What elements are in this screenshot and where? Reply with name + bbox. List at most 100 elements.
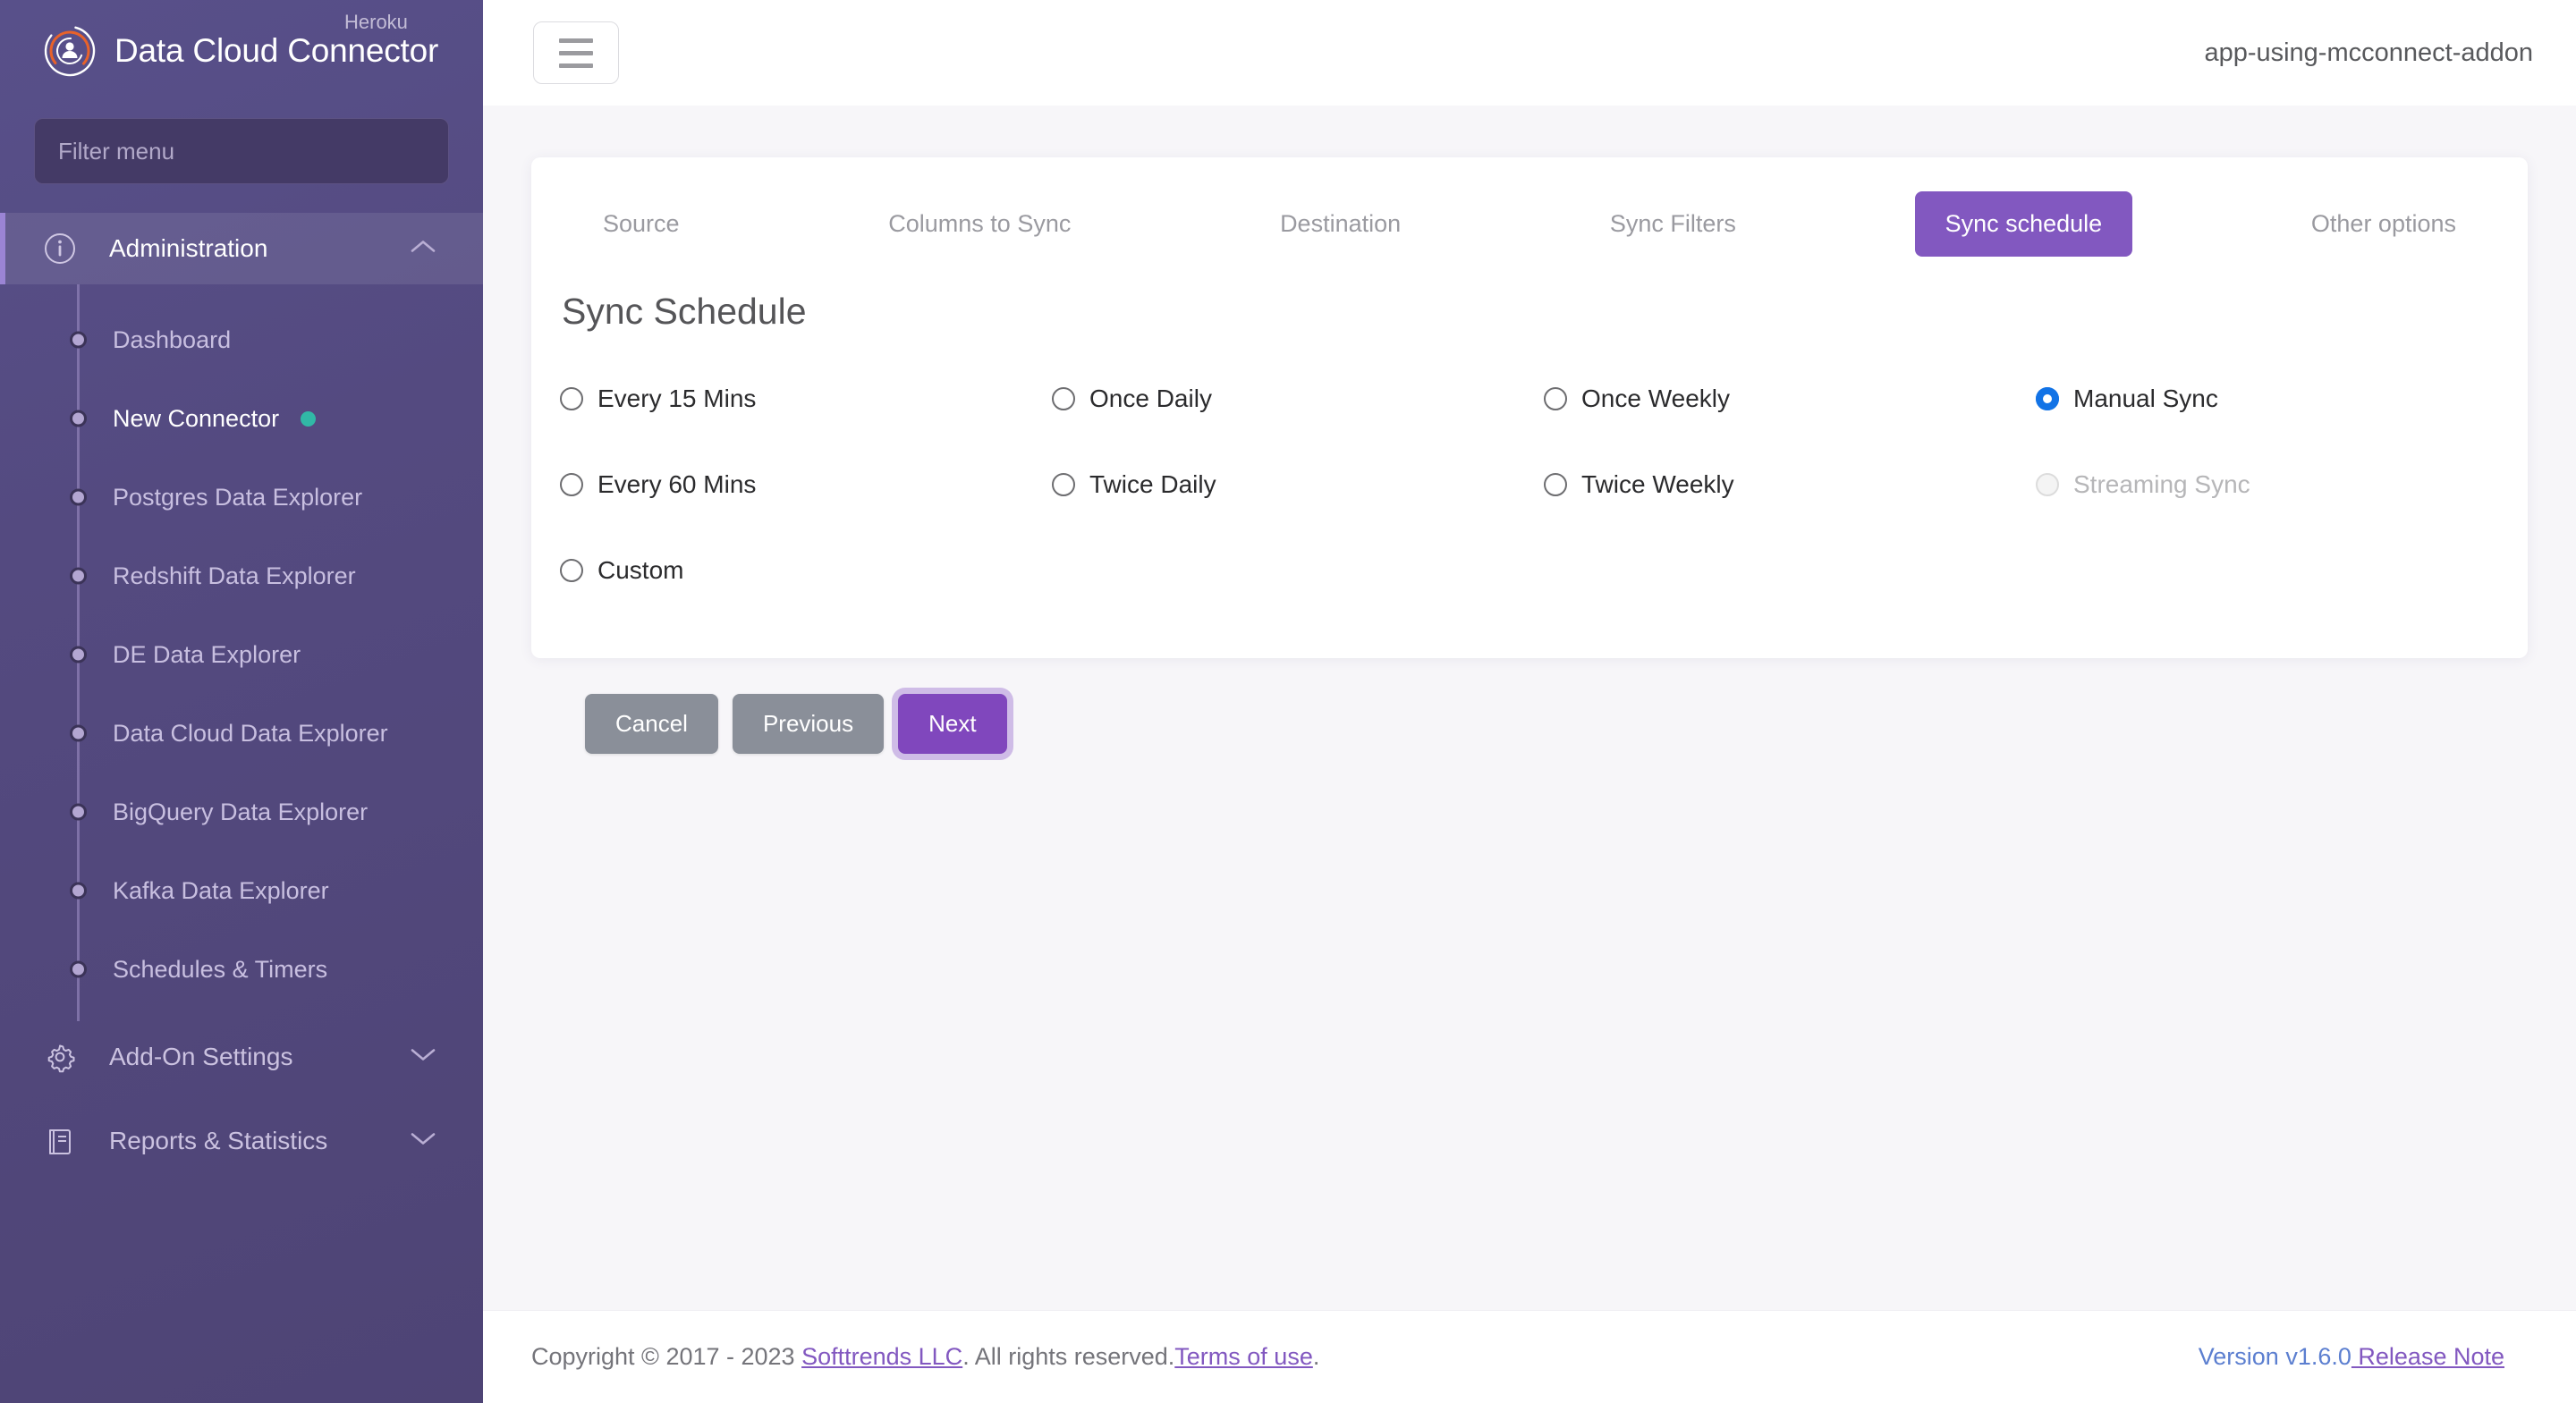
sidebar-item-new-connector[interactable]: New Connector: [0, 379, 483, 458]
radio-label: Streaming Sync: [2073, 470, 2250, 498]
schedule-options-group: Every 15 Mins Once Daily Once Weekly Man…: [531, 345, 2528, 613]
radio-button[interactable]: [1052, 473, 1075, 496]
radio-button[interactable]: [560, 559, 583, 582]
info-circle-icon: [40, 229, 80, 268]
tab-sync-filters[interactable]: Sync Filters: [1580, 191, 1767, 257]
footer-version: Version v1.6.0 Release Note: [2199, 1343, 2504, 1371]
radio-button-selected[interactable]: [2036, 387, 2059, 410]
sidebar-item-data-cloud-data-explorer[interactable]: Data Cloud Data Explorer: [0, 694, 483, 773]
sidebar-item-schedules-and-timers[interactable]: Schedules & Timers: [0, 930, 483, 1009]
previous-button[interactable]: Previous: [732, 694, 885, 754]
radio-label: Every 60 Mins: [597, 470, 757, 498]
radio-option-custom[interactable]: Custom: [560, 528, 1052, 613]
radio-button[interactable]: [560, 387, 583, 410]
sidebar-item-dashboard[interactable]: Dashboard: [0, 300, 483, 379]
sidebar-item-label: Schedules & Timers: [113, 955, 328, 983]
radio-option-every-15-mins[interactable]: Every 15 Mins: [560, 356, 1052, 442]
radio-label: Once Daily: [1089, 385, 1212, 412]
bullet-icon: [70, 331, 87, 349]
sidebar-item-label: New Connector: [113, 404, 280, 432]
filter-menu-input[interactable]: [34, 118, 449, 184]
sidebar-item-label: Redshift Data Explorer: [113, 562, 356, 589]
chevron-down-icon[interactable]: [410, 1131, 436, 1152]
hamburger-bar: [559, 38, 593, 43]
cancel-button[interactable]: Cancel: [585, 694, 718, 754]
radio-label: Twice Daily: [1089, 470, 1216, 498]
bullet-icon: [70, 488, 87, 506]
main-area: app-using-mcconnect-addon Source Columns…: [483, 0, 2576, 1403]
status-dot-icon: [301, 410, 317, 427]
radio-label: Twice Weekly: [1581, 470, 1734, 498]
release-note-link[interactable]: Release Note: [2351, 1343, 2504, 1370]
app-name-label: app-using-mcconnect-addon: [2204, 38, 2533, 67]
chevron-up-icon[interactable]: [410, 239, 436, 259]
copyright-text-mid: . All rights reserved.: [962, 1343, 1175, 1370]
hamburger-bar: [559, 63, 593, 68]
content-region: Source Columns to Sync Destination Sync …: [483, 106, 2576, 1310]
tab-other-options[interactable]: Other options: [2281, 191, 2487, 257]
filter-menu-container: [0, 102, 483, 202]
copyright-text-end: .: [1312, 1343, 1320, 1370]
hamburger-icon[interactable]: [533, 21, 619, 84]
radio-option-every-60-mins[interactable]: Every 60 Mins: [560, 442, 1052, 528]
user-circle-logo-icon: [43, 24, 97, 78]
radio-label: Manual Sync: [2073, 385, 2218, 412]
sidebar-item-label: Kafka Data Explorer: [113, 876, 329, 904]
sidebar-group-label: Add-On Settings: [109, 1043, 293, 1070]
radio-option-once-daily[interactable]: Once Daily: [1052, 356, 1544, 442]
softtrends-link[interactable]: Softtrends LLC: [801, 1343, 962, 1370]
sidebar-item-label: DE Data Explorer: [113, 640, 301, 668]
terms-of-use-link[interactable]: Terms of use: [1174, 1343, 1313, 1370]
bullet-icon: [70, 960, 87, 978]
sidebar-item-de-data-explorer[interactable]: DE Data Explorer: [0, 615, 483, 694]
bullet-icon: [70, 803, 87, 821]
radio-button[interactable]: [560, 473, 583, 496]
tab-columns-to-sync[interactable]: Columns to Sync: [858, 191, 1101, 257]
sidebar-item-bigquery-data-explorer[interactable]: BigQuery Data Explorer: [0, 773, 483, 851]
brand-superscript: Heroku: [344, 11, 408, 33]
sidebar-item-kafka-data-explorer[interactable]: Kafka Data Explorer: [0, 851, 483, 930]
wizard-card: Source Columns to Sync Destination Sync …: [531, 157, 2528, 658]
radio-option-twice-daily[interactable]: Twice Daily: [1052, 442, 1544, 528]
sidebar-group-label: Reports & Statistics: [109, 1127, 328, 1154]
radio-button[interactable]: [1052, 387, 1075, 410]
book-icon: [40, 1121, 80, 1161]
radio-button[interactable]: [1544, 387, 1567, 410]
radio-label: Every 15 Mins: [597, 385, 757, 412]
copyright-text-pre: Copyright © 2017 - 2023: [531, 1343, 802, 1370]
bullet-icon: [70, 724, 87, 742]
radio-label: Once Weekly: [1581, 385, 1730, 412]
bullet-icon: [70, 646, 87, 663]
sidebar-group-addon-settings[interactable]: Add-On Settings: [0, 1021, 483, 1093]
next-button[interactable]: Next: [898, 694, 1007, 754]
topbar: app-using-mcconnect-addon: [483, 0, 2576, 106]
tab-sync-schedule[interactable]: Sync schedule: [1914, 191, 2133, 257]
wizard-tabs: Source Columns to Sync Destination Sync …: [531, 157, 2528, 257]
sidebar-nav: Administration Dashboard New Connector P…: [0, 202, 483, 1177]
footer-copyright: Copyright © 2017 - 2023 Softtrends LLC. …: [531, 1343, 1319, 1371]
bullet-icon: [70, 567, 87, 585]
radio-button-disabled: [2036, 473, 2059, 496]
hamburger-bar: [559, 50, 593, 55]
tab-destination[interactable]: Destination: [1250, 191, 1431, 257]
gear-icon: [40, 1037, 80, 1077]
tab-source[interactable]: Source: [572, 191, 710, 257]
page-title: Sync Schedule: [562, 291, 807, 332]
brand-title: Data Cloud Connector: [114, 32, 439, 69]
radio-option-twice-weekly[interactable]: Twice Weekly: [1544, 442, 2036, 528]
radio-option-once-weekly[interactable]: Once Weekly: [1544, 356, 2036, 442]
sidebar-item-label: Data Cloud Data Explorer: [113, 719, 388, 747]
version-label: Version v1.6.0: [2198, 1343, 2351, 1370]
sidebar-group-label: Administration: [109, 234, 268, 262]
sidebar-item-label: Dashboard: [113, 325, 232, 353]
sidebar-group-administration[interactable]: Administration: [0, 213, 483, 284]
sidebar-item-redshift-data-explorer[interactable]: Redshift Data Explorer: [0, 537, 483, 615]
bullet-icon: [70, 882, 87, 900]
sidebar-group-reports-and-statistics[interactable]: Reports & Statistics: [0, 1105, 483, 1177]
sidebar-item-postgres-data-explorer[interactable]: Postgres Data Explorer: [0, 458, 483, 537]
radio-button[interactable]: [1544, 473, 1567, 496]
sidebar-item-label: BigQuery Data Explorer: [113, 798, 369, 825]
sidebar: Data Cloud Connector Heroku Administrati…: [0, 0, 483, 1403]
chevron-down-icon[interactable]: [410, 1047, 436, 1068]
radio-option-manual-sync[interactable]: Manual Sync: [2036, 356, 2528, 442]
